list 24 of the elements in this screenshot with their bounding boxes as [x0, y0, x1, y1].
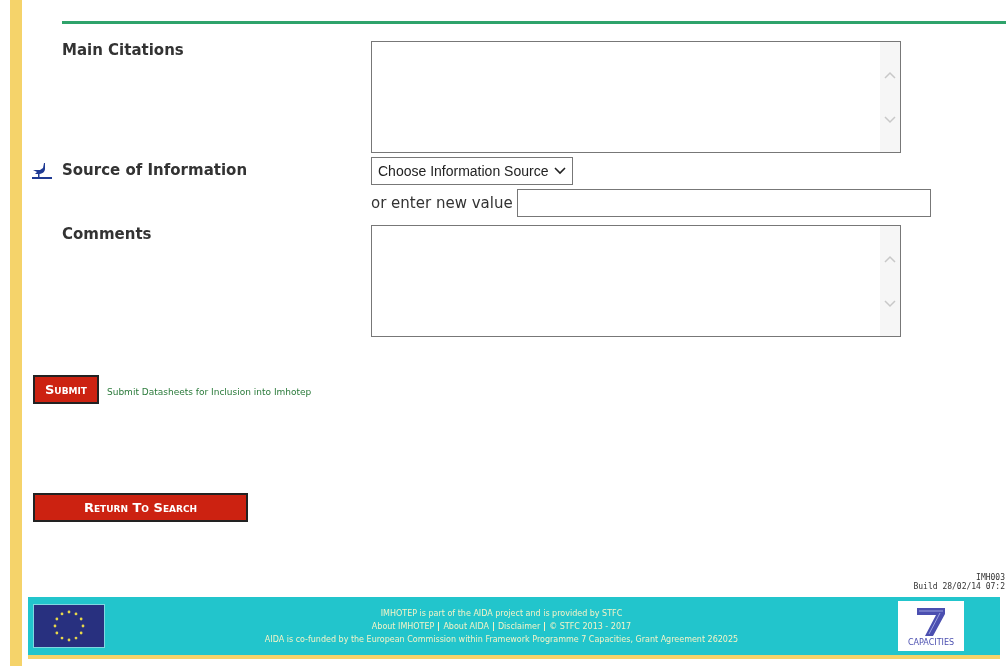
- copyright-text: © STFC 2013 - 2017: [549, 621, 632, 631]
- chevron-down-icon: [554, 167, 567, 175]
- scroll-up-icon[interactable]: [884, 70, 896, 79]
- submit-caption: Submit Datasheets for Inclusion into Imhotep: [107, 386, 312, 397]
- build-info: Build 28/02/14 07:2: [913, 582, 1005, 592]
- scroll-down-icon[interactable]: [884, 115, 896, 124]
- flag-icon: [33, 604, 105, 648]
- bird-icon: [32, 162, 52, 180]
- programme-logo: CAPACITIES: [898, 601, 964, 651]
- footer-text: IMHOTEP is part of the AIDA project and is provided by STFC: [380, 608, 623, 618]
- new-value-field[interactable]: [516, 189, 931, 217]
- source-dropdown[interactable]: Choose Information Source: [371, 157, 574, 185]
- submit-button[interactable]: Submit: [33, 375, 99, 404]
- return-to-search-button[interactable]: Return To Search: [33, 493, 248, 522]
- field-label: or enter new value: [371, 194, 513, 212]
- footer-text: AIDA is co-funded by the European Commission within Framework Programme 7 Capacities, Grant Agreement 262025: [264, 634, 739, 644]
- build-info: IMH003: [975, 574, 1005, 582]
- field-label: Comments: [62, 225, 152, 243]
- text-area[interactable]: [371, 225, 901, 337]
- field-label: Source of Information: [62, 161, 248, 179]
- scroll-down-icon[interactable]: [884, 299, 896, 308]
- scroll-up-icon[interactable]: [884, 254, 896, 263]
- field-label: Main Citations: [62, 41, 184, 59]
- text-area[interactable]: [371, 41, 901, 153]
